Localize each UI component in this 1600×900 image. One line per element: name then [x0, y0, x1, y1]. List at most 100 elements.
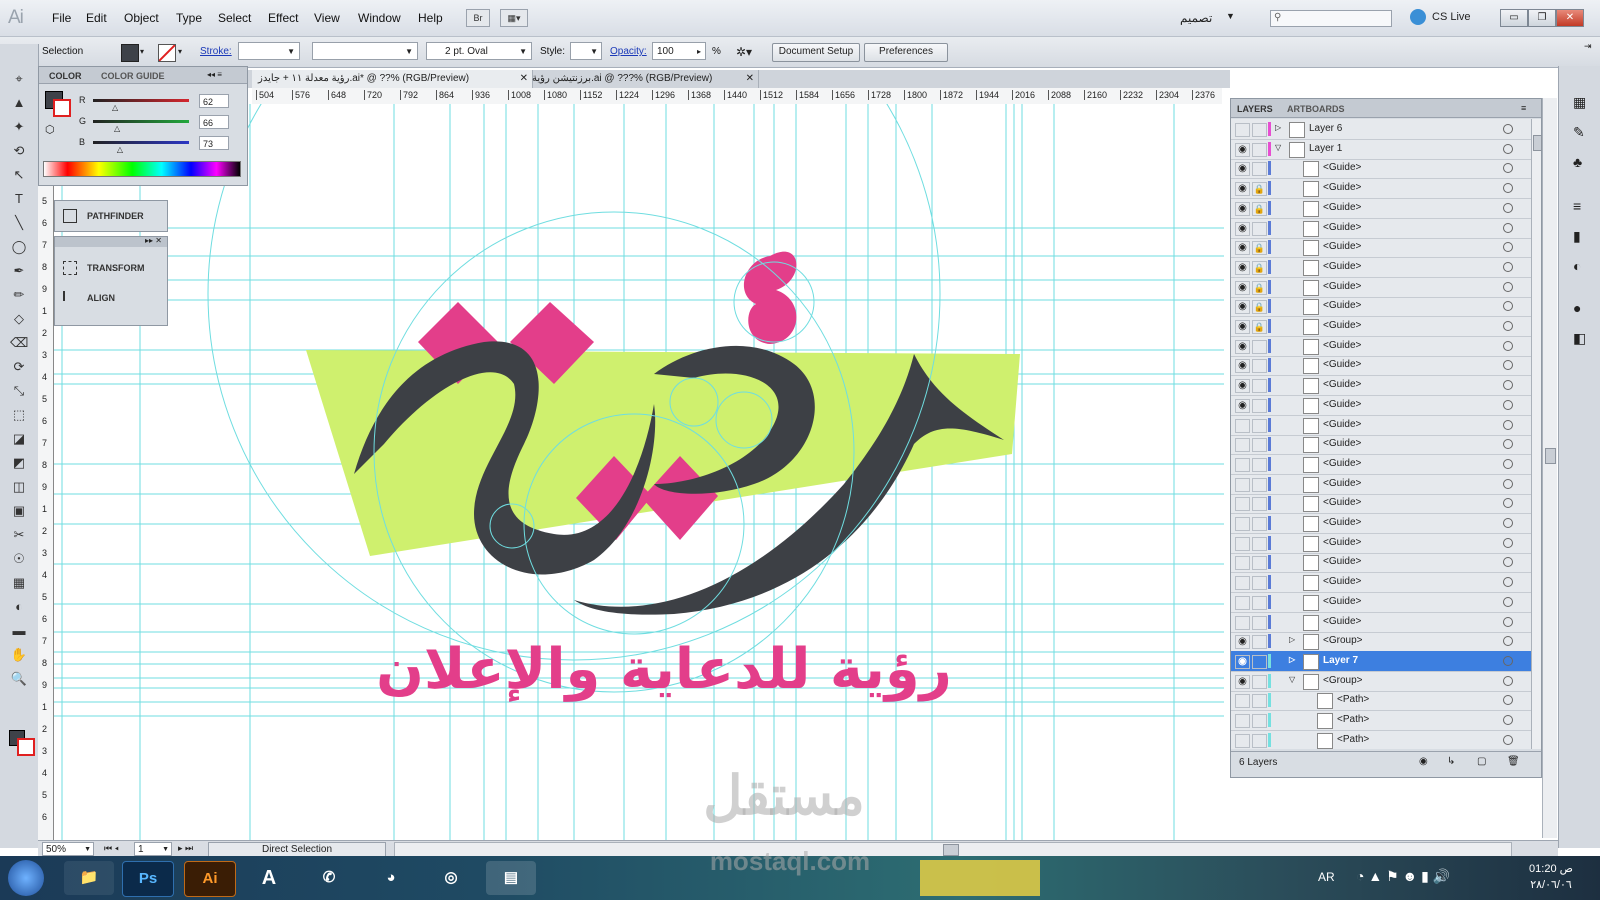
target-circle-icon[interactable]: [1503, 439, 1513, 450]
target-circle-icon[interactable]: [1503, 183, 1513, 194]
lock-icon[interactable]: [1252, 556, 1267, 571]
delete-layer-icon[interactable]: 🗑: [1507, 756, 1520, 767]
visibility-eye-icon[interactable]: [1235, 477, 1250, 492]
new-sublayer-icon[interactable]: ↳: [1447, 756, 1455, 767]
layers-scrollbar[interactable]: [1531, 119, 1542, 749]
visibility-eye-icon[interactable]: ◉: [1235, 398, 1250, 413]
lock-icon[interactable]: [1252, 477, 1267, 492]
layer-row[interactable]: ▷ Layer 6: [1231, 119, 1531, 140]
visibility-eye-icon[interactable]: [1235, 517, 1250, 531]
lock-icon[interactable]: 🔒: [1252, 241, 1267, 256]
lock-icon[interactable]: [1252, 615, 1267, 630]
first-page-icon[interactable]: ⏮ ◂: [104, 843, 119, 854]
target-circle-icon[interactable]: [1503, 360, 1513, 371]
gradient-tool-icon[interactable]: ◐: [10, 598, 28, 616]
style-dropdown[interactable]: ▼: [570, 42, 602, 60]
visibility-eye-icon[interactable]: [1235, 615, 1250, 630]
menu-select[interactable]: Select: [218, 11, 251, 25]
recolor-artwork-icon[interactable]: ✲▾: [736, 45, 752, 59]
control-menu-icon[interactable]: ⇥: [1584, 41, 1592, 52]
layer-row[interactable]: ◉ <Guide>: [1231, 158, 1531, 180]
lock-icon[interactable]: [1252, 654, 1267, 669]
visibility-eye-icon[interactable]: ◉: [1235, 241, 1250, 256]
visibility-eye-icon[interactable]: ◉: [1235, 280, 1250, 295]
canvas-vertical-scrollbar[interactable]: [1542, 98, 1557, 838]
visibility-eye-icon[interactable]: ◉: [1235, 674, 1250, 689]
stroke-color-swatch[interactable]: [17, 738, 35, 756]
horizontal-ruler[interactable]: 504 576 648 720 792 864 936 1008 1080 1152 1224 129…: [252, 88, 1222, 105]
visibility-eye-icon[interactable]: [1235, 595, 1250, 610]
artboard-tool-icon[interactable]: ▬: [10, 622, 28, 640]
layer-row[interactable]: <Guide>: [1231, 454, 1531, 475]
color-app-taskbar-icon[interactable]: ◕: [366, 861, 416, 895]
visibility-eye-icon[interactable]: [1235, 457, 1250, 472]
menu-object[interactable]: Object: [124, 11, 159, 25]
tray-icons[interactable]: ◔ ▲ ⚑ ☻ ▮ 🔊: [1356, 868, 1450, 885]
layer-row[interactable]: <Guide>: [1231, 612, 1531, 633]
fill-swatch[interactable]: [121, 44, 139, 62]
lock-icon[interactable]: [1252, 595, 1267, 610]
variable-width-dropdown[interactable]: ▼: [312, 42, 418, 60]
expand-triangle-icon[interactable]: ▽: [1289, 675, 1295, 684]
target-circle-icon[interactable]: [1503, 715, 1513, 725]
help-search-input[interactable]: ⚲: [1270, 10, 1392, 27]
stroke-swatch[interactable]: [158, 44, 176, 62]
lock-icon[interactable]: [1252, 457, 1267, 472]
visibility-eye-icon[interactable]: [1235, 418, 1250, 433]
visibility-eye-icon[interactable]: ◉: [1235, 162, 1250, 177]
channel-value-field[interactable]: 73: [199, 136, 229, 150]
visibility-eye-icon[interactable]: ◉: [1235, 339, 1250, 354]
layer-row[interactable]: <Guide>: [1231, 572, 1531, 594]
layer-row[interactable]: <Path>: [1231, 730, 1531, 749]
target-circle-icon[interactable]: [1503, 222, 1513, 233]
selection-tool-icon[interactable]: ⌖: [10, 70, 28, 88]
hand-tool-icon[interactable]: ✋: [10, 646, 28, 664]
artboard-page-field[interactable]: 1 ▼: [134, 842, 172, 856]
layer-row[interactable]: ◉ 🔒 <Guide>: [1231, 316, 1531, 337]
lock-icon[interactable]: 🔒: [1252, 280, 1267, 295]
rotate-tool-icon[interactable]: ⟳: [10, 358, 28, 376]
visibility-eye-icon[interactable]: [1235, 714, 1250, 728]
target-circle-icon[interactable]: [1503, 281, 1513, 292]
layer-row[interactable]: <Path>: [1231, 690, 1531, 712]
visibility-eye-icon[interactable]: [1235, 733, 1250, 748]
target-circle-icon[interactable]: [1503, 537, 1513, 548]
visibility-eye-icon[interactable]: [1235, 438, 1250, 453]
lock-icon[interactable]: 🔒: [1252, 201, 1267, 216]
align-label[interactable]: ALIGN: [87, 293, 115, 303]
scissors-tool-icon[interactable]: ✂: [10, 526, 28, 544]
line-tool-icon[interactable]: ╲: [10, 214, 28, 232]
next-page-icon[interactable]: ▸ ⏭: [178, 843, 193, 854]
layer-row[interactable]: ◉ ▷ Layer 7: [1231, 650, 1531, 672]
swatches-icon[interactable]: ▦: [1573, 94, 1586, 111]
channel-slider-knob[interactable]: △: [114, 124, 120, 133]
target-circle-icon[interactable]: [1503, 242, 1513, 253]
lock-icon[interactable]: [1252, 339, 1267, 354]
lock-icon[interactable]: [1252, 714, 1267, 728]
target-circle-icon[interactable]: [1503, 557, 1513, 568]
paintbrush-tool-icon[interactable]: ✒: [10, 262, 28, 280]
layer-row[interactable]: <Guide>: [1231, 434, 1531, 456]
target-circle-icon[interactable]: [1503, 478, 1513, 489]
menu-edit[interactable]: Edit: [86, 11, 107, 25]
lock-icon[interactable]: [1252, 674, 1267, 689]
layer-row[interactable]: <Guide>: [1231, 415, 1531, 436]
stroke-color-swatch[interactable]: [53, 99, 71, 117]
visibility-eye-icon[interactable]: [1235, 556, 1250, 571]
layer-row[interactable]: ◉ <Guide>: [1231, 218, 1531, 239]
workspace-switcher[interactable]: تصميم: [1180, 11, 1212, 25]
chrome-taskbar-icon[interactable]: ◎: [426, 861, 476, 895]
language-indicator[interactable]: AR: [1318, 870, 1335, 884]
lock-icon[interactable]: [1252, 359, 1267, 374]
width-tool-icon[interactable]: ⬚: [10, 406, 28, 424]
brush-dropdown[interactable]: 2 pt. Oval ▼: [426, 42, 532, 60]
perspective-tool-icon[interactable]: ◫: [10, 478, 28, 496]
layer-row[interactable]: ◉ <Guide>: [1231, 355, 1531, 377]
preferences-button[interactable]: Preferences: [864, 43, 948, 62]
layer-row[interactable]: <Guide>: [1231, 474, 1531, 495]
target-circle-icon[interactable]: [1503, 340, 1513, 351]
zoom-field[interactable]: 50% ▼: [42, 842, 94, 856]
new-layer-icon[interactable]: ▢: [1477, 756, 1486, 767]
target-circle-icon[interactable]: [1503, 734, 1513, 745]
bridge-button[interactable]: Br: [466, 9, 490, 27]
